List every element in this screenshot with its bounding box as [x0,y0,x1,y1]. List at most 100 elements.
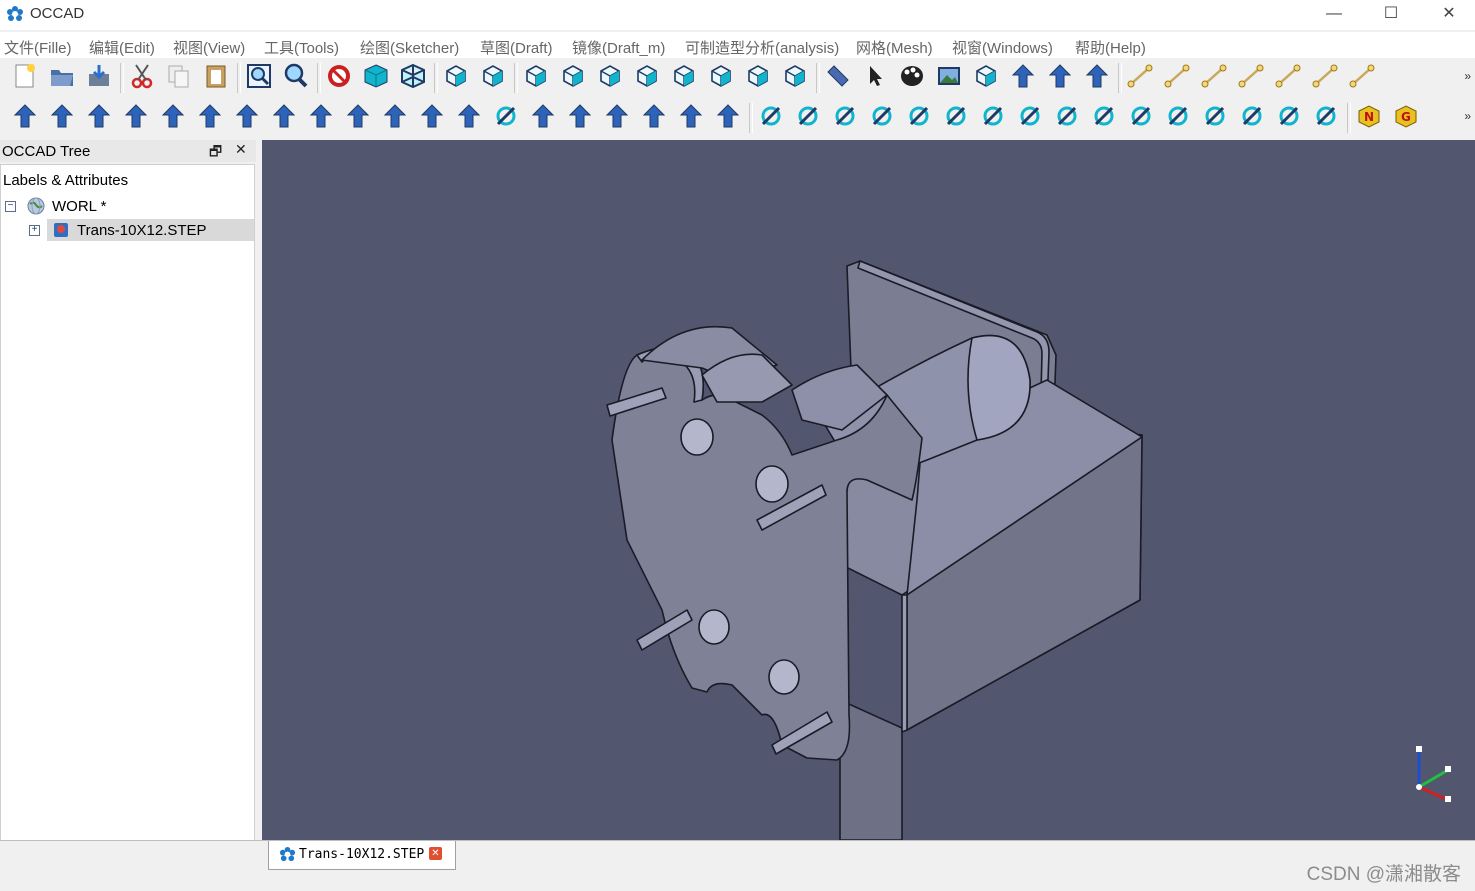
menu-draft-mirror[interactable]: 镜像(Draft_m) [572,37,665,58]
front-view-button[interactable] [556,61,590,95]
snap-parallel-button[interactable] [902,101,936,135]
wireframe-box-button[interactable] [396,61,430,95]
grid-array-button[interactable] [489,101,523,135]
snap-ortho-button[interactable] [1161,101,1195,135]
push-pin-button[interactable] [1080,61,1114,95]
polygon-button[interactable] [1308,61,1342,95]
arrow-down-button[interactable] [193,101,227,135]
shape-button[interactable] [415,101,449,135]
right-view-button[interactable] [630,61,664,95]
snap-midpoint-button[interactable] [976,101,1010,135]
snap-perpendicular-button[interactable] [1050,101,1084,135]
circle-button[interactable] [1197,61,1231,95]
menu-sketcher[interactable]: 绘图(Sketcher) [360,37,459,58]
lock-button[interactable] [791,101,825,135]
document-tab[interactable]: Trans-10X12.STEP ✕ [268,841,456,870]
pointer-button[interactable] [858,61,892,95]
stretch-button[interactable] [119,101,153,135]
shaded-box-button[interactable] [359,61,393,95]
snap-intersection-button[interactable] [1198,101,1232,135]
rotate-view-button[interactable] [969,61,1003,95]
rectangle-button[interactable] [1345,61,1379,95]
array-button[interactable] [452,101,486,135]
visibility-button[interactable] [1006,61,1040,95]
minimize-button[interactable]: — [1305,0,1363,30]
wire-button[interactable] [304,101,338,135]
cut-button[interactable] [125,61,159,95]
left-view-button[interactable] [667,61,701,95]
menu-mesh[interactable]: 网格(Mesh) [856,37,933,58]
snap-special-button[interactable] [1087,101,1121,135]
measure-button[interactable] [821,61,855,95]
move-button[interactable] [8,101,42,135]
expand-icon[interactable]: + [29,225,40,236]
downgrade-button[interactable] [378,101,412,135]
arc-button[interactable] [1234,61,1268,95]
mesh-g-button[interactable]: G [1389,101,1423,135]
snap-toggle-button[interactable] [1309,101,1343,135]
no-selection-button[interactable] [322,61,356,95]
transformer-model[interactable] [262,140,1475,840]
menu-tools[interactable]: 工具(Tools) [264,37,339,58]
collapse-icon[interactable]: − [5,201,16,212]
hide-button[interactable] [1043,61,1077,95]
menu-draft[interactable]: 草图(Draft) [480,37,553,58]
menu-file[interactable]: 文件(Fille) [4,37,72,58]
menu-edit[interactable]: 编辑(Edit) [89,37,155,58]
upgrade-button[interactable] [341,101,375,135]
mirror-button[interactable] [637,101,671,135]
snap-extension-button[interactable] [865,101,899,135]
working-plane-button[interactable] [1235,101,1269,135]
close-tab-icon[interactable]: ✕ [429,847,442,860]
new-button[interactable] [8,61,42,95]
scale-button[interactable] [230,101,264,135]
menu-windows[interactable]: 视窗(Windows) [952,37,1053,58]
ellipse-button[interactable] [1271,61,1305,95]
trim-button[interactable] [267,101,301,135]
line-button[interactable] [1123,61,1157,95]
mesh-n-button[interactable]: N [1352,101,1386,135]
tree-row-root[interactable]: − WORL * [1,195,254,217]
rotate-button[interactable] [45,101,79,135]
menu-analysis[interactable]: 可制造型分析(analysis) [685,37,839,58]
bottom-view-button[interactable] [741,61,775,95]
save-button[interactable] [82,61,116,95]
open-button[interactable] [45,61,79,95]
extrude-button[interactable] [600,101,634,135]
top-view-button[interactable] [593,61,627,95]
polyline-button[interactable] [1160,61,1194,95]
menu-view[interactable]: 视图(View) [173,37,245,58]
dimension-button[interactable] [1272,101,1306,135]
zoom-fit-button[interactable] [242,61,276,95]
side-view-button[interactable] [778,61,812,95]
arrow-up-button[interactable] [156,101,190,135]
points-view-button[interactable] [476,61,510,95]
offset-button[interactable] [82,101,116,135]
snap-endpoint-button[interactable] [828,101,862,135]
toolbar-more-icon[interactable]: » [1464,69,1471,83]
path-array-button[interactable] [526,101,560,135]
menu-help[interactable]: 帮助(Help) [1075,37,1146,58]
copy-button[interactable] [162,61,196,95]
tree-row-step-file[interactable]: Trans-10X12.STEP [47,219,254,241]
color-palette-button[interactable] [895,61,929,95]
grid-button[interactable] [754,101,788,135]
clone-button[interactable] [563,101,597,135]
close-dock-icon[interactable]: ✕ [235,141,247,158]
shape2d-button[interactable] [674,101,708,135]
cube-view-button[interactable] [519,61,553,95]
3d-viewport[interactable] [262,140,1475,840]
zoom-button[interactable] [279,61,313,95]
maximize-button[interactable]: ☐ [1362,0,1420,30]
lift-button[interactable] [711,101,745,135]
toolbar-more-icon[interactable]: » [1464,109,1471,123]
close-button[interactable]: ✕ [1420,0,1475,30]
snap-grid-button[interactable] [939,101,973,135]
paste-button[interactable] [199,61,233,95]
float-dock-icon[interactable]: 🗗 [209,141,222,165]
rear-view-button[interactable] [704,61,738,95]
snap-center-button[interactable] [1124,101,1158,135]
image-button[interactable] [932,61,966,95]
iso-view-button[interactable] [439,61,473,95]
snap-nearest-button[interactable] [1013,101,1047,135]
